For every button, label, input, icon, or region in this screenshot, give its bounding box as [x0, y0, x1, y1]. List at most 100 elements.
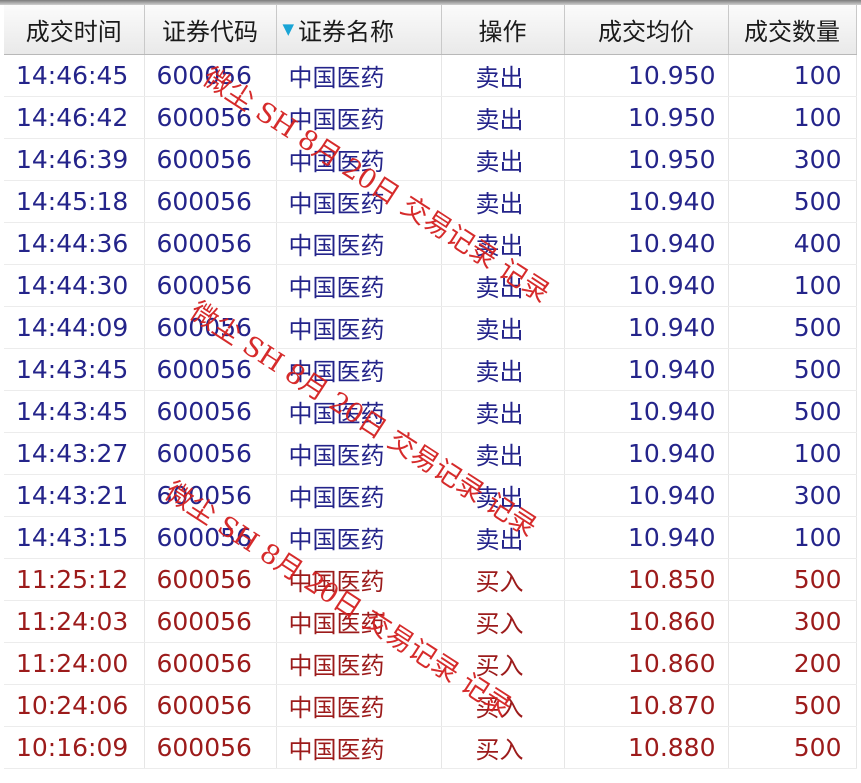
- cell-security-name: 中国医药: [276, 516, 442, 559]
- cell-security-code: 600056: [144, 390, 277, 433]
- cell-operation: 卖出: [441, 432, 565, 475]
- cell-operation: 卖出: [441, 474, 565, 517]
- cell-average-price: 10.940: [564, 306, 729, 349]
- table-row[interactable]: 14:46:45 600056 中国医药 卖出 10.950 100: [4, 54, 857, 97]
- table-row[interactable]: 11:24:03 600056 中国医药 买入 10.860 300: [4, 600, 857, 643]
- cell-operation: 卖出: [441, 348, 565, 391]
- cell-security-name: 中国医药: [276, 264, 442, 307]
- cell-security-code: 600056: [144, 600, 277, 643]
- cell-average-price: 10.870: [564, 684, 729, 727]
- cell-security-code: 600056: [144, 726, 277, 769]
- cell-operation: 卖出: [441, 96, 565, 139]
- cell-quantity: 300: [728, 474, 857, 517]
- cell-trade-time: 14:45:18: [4, 180, 145, 223]
- table-row[interactable]: 14:43:21 600056 中国医药 卖出 10.940 300: [4, 474, 857, 517]
- table-row[interactable]: 14:43:15 600056 中国医药 卖出 10.940 100: [4, 516, 857, 559]
- cell-trade-time: 14:46:45: [4, 54, 145, 97]
- table-row[interactable]: 14:44:30 600056 中国医药 卖出 10.940 100: [4, 264, 857, 307]
- cell-security-name: 中国医药: [276, 96, 442, 139]
- cell-trade-time: 11:25:12: [4, 558, 145, 601]
- cell-security-name: 中国医药: [276, 54, 442, 97]
- cell-security-code: 600056: [144, 558, 277, 601]
- cell-trade-time: 14:44:36: [4, 222, 145, 265]
- cell-trade-time: 10:16:09: [4, 726, 145, 769]
- cell-trade-time: 14:43:27: [4, 432, 145, 475]
- cell-security-code: 600056: [144, 474, 277, 517]
- cell-security-code: 600056: [144, 348, 277, 391]
- cell-trade-time: 11:24:00: [4, 642, 145, 685]
- cell-security-code: 600056: [144, 306, 277, 349]
- table-row[interactable]: 14:45:18 600056 中国医药 卖出 10.940 500: [4, 180, 857, 223]
- cell-average-price: 10.940: [564, 180, 729, 223]
- cell-average-price: 10.940: [564, 390, 729, 433]
- column-header-trade-time[interactable]: 成交时间: [4, 5, 145, 55]
- table-row[interactable]: 10:16:09 600056 中国医药 买入 10.880 500: [4, 726, 857, 769]
- cell-operation: 卖出: [441, 138, 565, 181]
- cell-security-code: 600056: [144, 264, 277, 307]
- cell-security-name: 中国医药: [276, 390, 442, 433]
- table-row[interactable]: 10:24:06 600056 中国医药 买入 10.870 500: [4, 684, 857, 727]
- cell-quantity: 500: [728, 390, 857, 433]
- cell-operation: 卖出: [441, 516, 565, 559]
- table-row[interactable]: 11:25:12 600056 中国医药 买入 10.850 500: [4, 558, 857, 601]
- column-header-operation[interactable]: 操作: [441, 5, 565, 55]
- cell-security-name: 中国医药: [276, 600, 442, 643]
- table-row[interactable]: 14:43:45 600056 中国医药 卖出 10.940 500: [4, 390, 857, 433]
- cell-quantity: 300: [728, 600, 857, 643]
- cell-operation: 卖出: [441, 264, 565, 307]
- cell-security-name: 中国医药: [276, 558, 442, 601]
- cell-operation: 买入: [441, 600, 565, 643]
- column-header-label: 成交数量: [744, 18, 840, 46]
- cell-operation: 卖出: [441, 180, 565, 223]
- cell-average-price: 10.940: [564, 516, 729, 559]
- column-header-label: 证券代码: [162, 18, 258, 46]
- cell-security-name: 中国医药: [276, 684, 442, 727]
- cell-security-name: 中国医药: [276, 180, 442, 223]
- cell-security-code: 600056: [144, 180, 277, 223]
- cell-trade-time: 14:46:39: [4, 138, 145, 181]
- cell-average-price: 10.860: [564, 642, 729, 685]
- cell-operation: 买入: [441, 642, 565, 685]
- cell-quantity: 100: [728, 432, 857, 475]
- cell-security-code: 600056: [144, 432, 277, 475]
- column-header-security-name[interactable]: ▼ 证券名称: [276, 5, 442, 55]
- cell-trade-time: 14:44:30: [4, 264, 145, 307]
- cell-security-name: 中国医药: [276, 642, 442, 685]
- table-row[interactable]: 14:43:27 600056 中国医药 卖出 10.940 100: [4, 432, 857, 475]
- trade-records-table: 成交时间 证券代码 ▼ 证券名称 操作 成交均价 成交数量 14:46:45 600…: [4, 5, 857, 769]
- cell-security-name: 中国医药: [276, 306, 442, 349]
- cell-average-price: 10.940: [564, 264, 729, 307]
- cell-operation: 卖出: [441, 306, 565, 349]
- table-row[interactable]: 11:24:00 600056 中国医药 买入 10.860 200: [4, 642, 857, 685]
- column-header-quantity[interactable]: 成交数量: [728, 5, 857, 55]
- cell-quantity: 500: [728, 306, 857, 349]
- table-row[interactable]: 14:43:45 600056 中国医药 卖出 10.940 500: [4, 348, 857, 391]
- column-header-security-code[interactable]: 证券代码: [144, 5, 277, 55]
- cell-trade-time: 11:24:03: [4, 600, 145, 643]
- cell-trade-time: 14:44:09: [4, 306, 145, 349]
- column-header-label: 操作: [478, 18, 527, 46]
- cell-quantity: 200: [728, 642, 857, 685]
- cell-security-code: 600056: [144, 516, 277, 559]
- cell-security-name: 中国医药: [276, 432, 442, 475]
- table-row[interactable]: 14:44:09 600056 中国医药 卖出 10.940 500: [4, 306, 857, 349]
- cell-security-code: 600056: [144, 222, 277, 265]
- cell-quantity: 500: [728, 558, 857, 601]
- cell-quantity: 100: [728, 264, 857, 307]
- cell-operation: 买入: [441, 558, 565, 601]
- table-row[interactable]: 14:46:42 600056 中国医药 卖出 10.950 100: [4, 96, 857, 139]
- cell-security-name: 中国医药: [276, 726, 442, 769]
- table-row[interactable]: 14:44:36 600056 中国医药 卖出 10.940 400: [4, 222, 857, 265]
- cell-average-price: 10.950: [564, 54, 729, 97]
- cell-operation: 卖出: [441, 222, 565, 265]
- cell-security-name: 中国医药: [276, 222, 442, 265]
- cell-quantity: 100: [728, 54, 857, 97]
- cell-quantity: 400: [728, 222, 857, 265]
- column-header-average-price[interactable]: 成交均价: [564, 5, 729, 55]
- cell-average-price: 10.860: [564, 600, 729, 643]
- table-row[interactable]: 14:46:39 600056 中国医药 卖出 10.950 300: [4, 138, 857, 181]
- column-header-label: 证券名称: [298, 18, 395, 46]
- cell-average-price: 10.850: [564, 558, 729, 601]
- cell-average-price: 10.940: [564, 222, 729, 265]
- cell-quantity: 100: [728, 96, 857, 139]
